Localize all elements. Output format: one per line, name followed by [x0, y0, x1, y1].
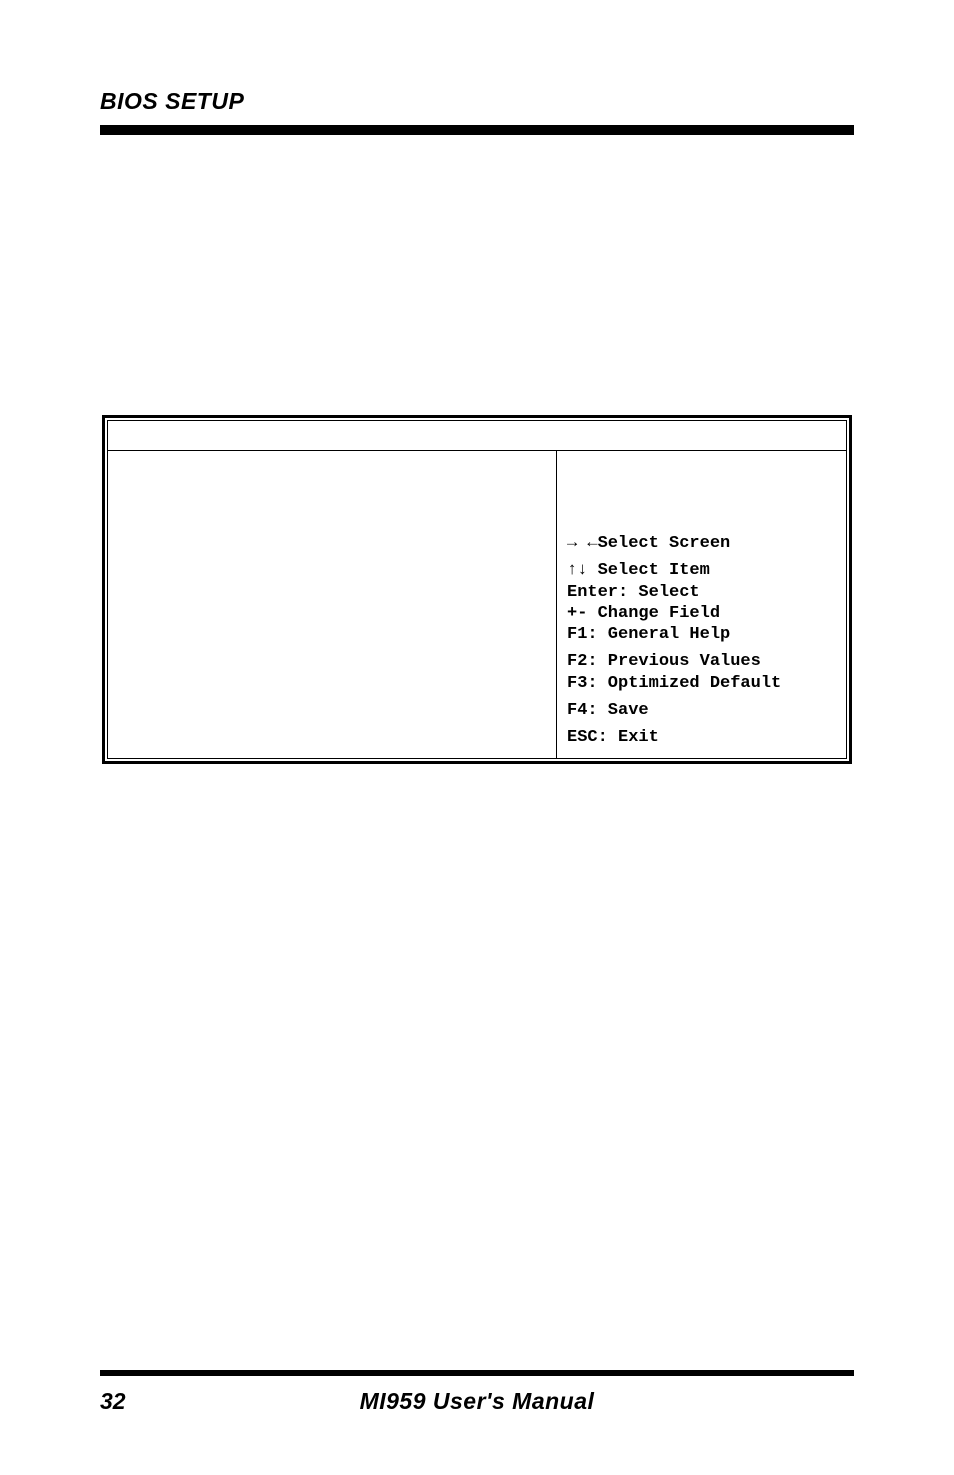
- help-select-item: ↑↓ Select Item: [567, 560, 838, 581]
- help-f4: F4: Save: [567, 700, 838, 721]
- bios-panel: → ←Select Screen ↑↓ Select Item Enter: S…: [102, 415, 852, 764]
- footer-divider: [100, 1370, 854, 1376]
- help-esc: ESC: Exit: [567, 727, 838, 748]
- bios-settings-area: [108, 451, 556, 758]
- help-f1: F1: General Help: [567, 624, 838, 645]
- header-divider: [100, 125, 854, 135]
- footer-title: MI959 User's Manual: [250, 1388, 704, 1415]
- page-header-title: BIOS SETUP: [100, 88, 854, 115]
- help-enter: Enter: Select: [567, 582, 838, 603]
- help-change-field: +- Change Field: [567, 603, 838, 624]
- bios-help-pane: → ←Select Screen ↑↓ Select Item Enter: S…: [556, 451, 846, 758]
- page-number: 32: [100, 1388, 250, 1415]
- bios-menu-bar: [108, 421, 846, 451]
- help-f2: F2: Previous Values: [567, 651, 838, 672]
- page-footer: 32 MI959 User's Manual: [100, 1370, 854, 1415]
- help-f3: F3: Optimized Default: [567, 673, 838, 694]
- help-select-screen: → ←Select Screen: [567, 533, 838, 554]
